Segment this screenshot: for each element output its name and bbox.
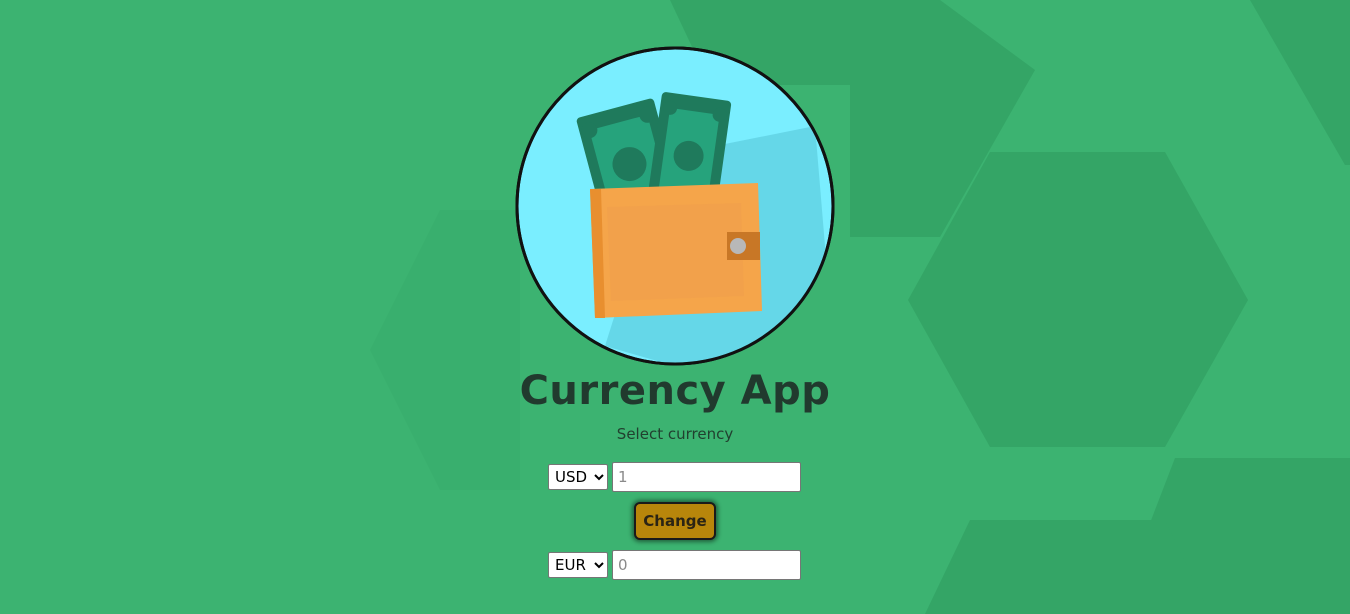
from-currency-select[interactable]: USD [548, 464, 608, 490]
to-currency-row: EUR [548, 550, 801, 580]
change-button[interactable]: Change [634, 502, 716, 540]
from-amount-input[interactable] [612, 462, 801, 492]
to-amount-input[interactable] [612, 550, 801, 580]
currency-app: Currency App Select currency USD Change … [0, 0, 1350, 614]
select-currency-label: Select currency [616, 425, 734, 443]
to-currency-select[interactable]: EUR [548, 552, 608, 578]
app-logo [515, 46, 835, 366]
wallet-with-banknotes-icon [515, 46, 835, 366]
from-currency-row: USD [548, 462, 801, 492]
page-title: Currency App [519, 368, 831, 414]
